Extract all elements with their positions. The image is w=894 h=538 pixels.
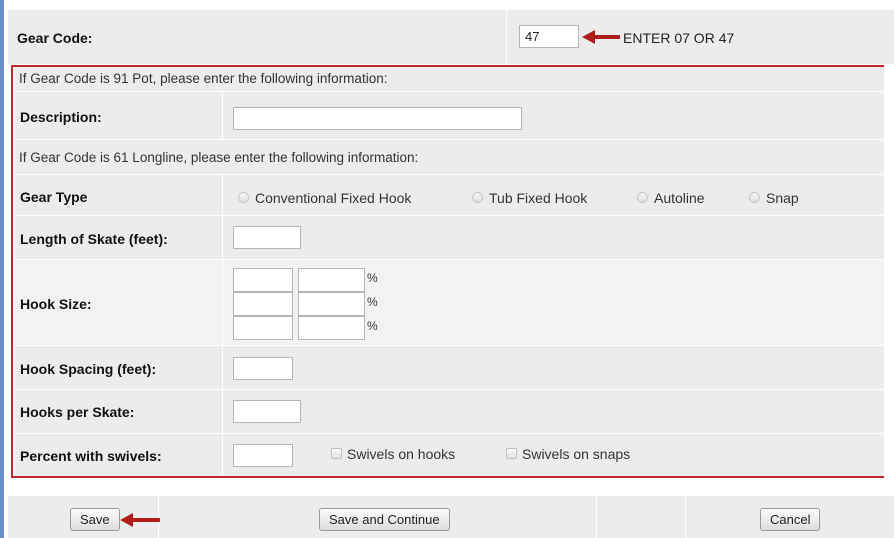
hook-spacing-row: Hook Spacing (feet):: [15, 346, 884, 389]
column-divider: [222, 434, 223, 476]
hook-size-percent-input[interactable]: [298, 316, 365, 340]
description-input[interactable]: [233, 107, 522, 130]
swivels-on-hooks-checkbox[interactable]: [331, 448, 342, 459]
autoline-radio[interactable]: [637, 192, 648, 203]
save-button[interactable]: Save: [70, 508, 120, 531]
length-of-skate-row: Length of Skate (feet):: [15, 216, 884, 259]
hooks-per-skate-input[interactable]: [233, 400, 301, 423]
gear-form-page: Gear Code: ENTER 07 OR 47 If Gear Code i…: [0, 0, 894, 538]
percent-sign: %: [367, 271, 378, 285]
autoline-label: Autoline: [654, 190, 705, 206]
gear-code-row: Gear Code: ENTER 07 OR 47: [8, 10, 894, 64]
hook-size-percent-input[interactable]: [298, 268, 365, 292]
button-bar: Save Save and Continue Cancel: [8, 496, 894, 538]
hook-size-input[interactable]: [233, 316, 293, 340]
description-label: Description:: [20, 109, 102, 125]
red-arrow-icon: [120, 513, 160, 527]
description-row: Description:: [15, 92, 884, 139]
longline-instruction-row: If Gear Code is 61 Longline, please ente…: [15, 140, 884, 174]
gear-code-label: Gear Code:: [17, 30, 93, 46]
percent-swivels-label: Percent with swivels:: [20, 448, 162, 464]
percent-swivels-input[interactable]: [233, 444, 293, 467]
pot-instruction-text: If Gear Code is 91 Pot, please enter the…: [19, 71, 388, 86]
tub-fixed-hook-radio[interactable]: [472, 192, 483, 203]
gear-details-highlight: If Gear Code is 91 Pot, please enter the…: [11, 65, 884, 478]
column-divider: [222, 346, 223, 389]
column-divider: [222, 260, 223, 345]
hook-size-input[interactable]: [233, 268, 293, 292]
hook-spacing-input[interactable]: [233, 357, 293, 380]
gear-code-annotation: ENTER 07 OR 47: [623, 30, 735, 46]
hook-size-label: Hook Size:: [20, 296, 92, 312]
tub-fixed-hook-label: Tub Fixed Hook: [489, 190, 588, 206]
window-left-border: [0, 0, 4, 538]
snap-radio[interactable]: [749, 192, 760, 203]
column-divider: [222, 390, 223, 433]
red-arrow-icon: [582, 30, 620, 44]
swivels-on-hooks-label: Swivels on hooks: [347, 446, 456, 462]
pot-instruction-row: If Gear Code is 91 Pot, please enter the…: [15, 67, 884, 91]
gear-type-row: Gear Type Conventional Fixed Hook Tub Fi…: [15, 175, 884, 215]
save-and-continue-button[interactable]: Save and Continue: [319, 508, 450, 531]
snap-label: Snap: [766, 190, 799, 206]
hook-size-input[interactable]: [233, 292, 293, 316]
length-of-skate-input[interactable]: [233, 226, 301, 249]
column-divider: [506, 10, 507, 64]
hooks-per-skate-row: Hooks per Skate:: [15, 390, 884, 433]
column-divider: [222, 175, 223, 215]
column-divider: [685, 496, 686, 538]
gear-type-label: Gear Type: [20, 189, 88, 205]
length-of-skate-label: Length of Skate (feet):: [20, 231, 168, 247]
hook-size-row: Hook Size: % % %: [15, 260, 884, 345]
percent-swivels-row: Percent with swivels: Swivels on hooks S…: [15, 434, 884, 476]
conventional-fixed-hook-radio[interactable]: [238, 192, 249, 203]
column-divider: [222, 92, 223, 139]
gear-code-input[interactable]: [519, 25, 579, 48]
percent-sign: %: [367, 295, 378, 309]
longline-instruction-text: If Gear Code is 61 Longline, please ente…: [19, 150, 419, 165]
column-divider: [596, 496, 597, 538]
hook-size-percent-input[interactable]: [298, 292, 365, 316]
conventional-fixed-hook-label: Conventional Fixed Hook: [255, 190, 412, 206]
swivels-on-snaps-checkbox[interactable]: [506, 448, 517, 459]
percent-sign: %: [367, 319, 378, 333]
cancel-button[interactable]: Cancel: [760, 508, 821, 531]
swivels-on-snaps-label: Swivels on snaps: [522, 446, 631, 462]
hook-spacing-label: Hook Spacing (feet):: [20, 361, 157, 377]
column-divider: [222, 216, 223, 259]
hooks-per-skate-label: Hooks per Skate:: [20, 404, 135, 420]
